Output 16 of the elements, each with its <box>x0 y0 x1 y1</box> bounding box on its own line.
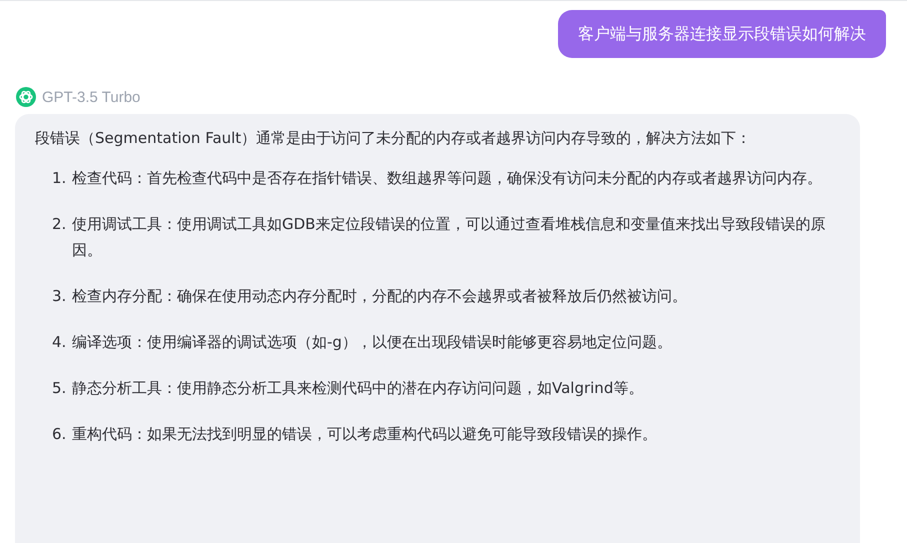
list-number: 3. <box>52 286 68 307</box>
list-number: 5. <box>52 378 68 399</box>
list-item-text: 重构代码：如果无法找到明显的错误，可以考虑重构代码以避免可能导致段错误的操作。 <box>72 424 658 445</box>
list-number: 2. <box>52 214 68 235</box>
list-item-text: 检查内存分配：确保在使用动态内存分配时，分配的内存不会越界或者被释放后仍然被访问。 <box>72 286 688 307</box>
list-number: 4. <box>52 332 68 353</box>
model-name: GPT-3.5 Turbo <box>42 88 140 106</box>
list-item-text: 编译选项：使用编译器的调试选项（如-g），以便在出现段错误时能够更容易地定位问题。 <box>72 332 673 353</box>
list-item-text: 检查代码：首先检查代码中是否存在指针错误、数组越界等问题，确保没有访问未分配的内存或者越界访问内存。 <box>72 168 823 189</box>
list-number: 6. <box>52 424 68 445</box>
answer-intro: 段错误（Segmentation Fault）通常是由于访问了未分配的内存或者越界访问内存导致的，解决方法如下： <box>35 128 752 149</box>
model-logo-icon <box>16 87 36 107</box>
list-item-text: 静态分析工具：使用静态分析工具来检测代码中的潜在内存访问问题，如Valgrind等。 <box>72 378 644 399</box>
list-item-text: 使用调试工具：使用调试工具如GDB来定位段错误的位置，可以通过查看堆栈信息和变量值来找出导致段错误的原因。 <box>72 214 826 261</box>
list-number: 1. <box>52 168 68 189</box>
user-message: 客户端与服务器连接显示段错误如何解决 <box>558 10 886 58</box>
